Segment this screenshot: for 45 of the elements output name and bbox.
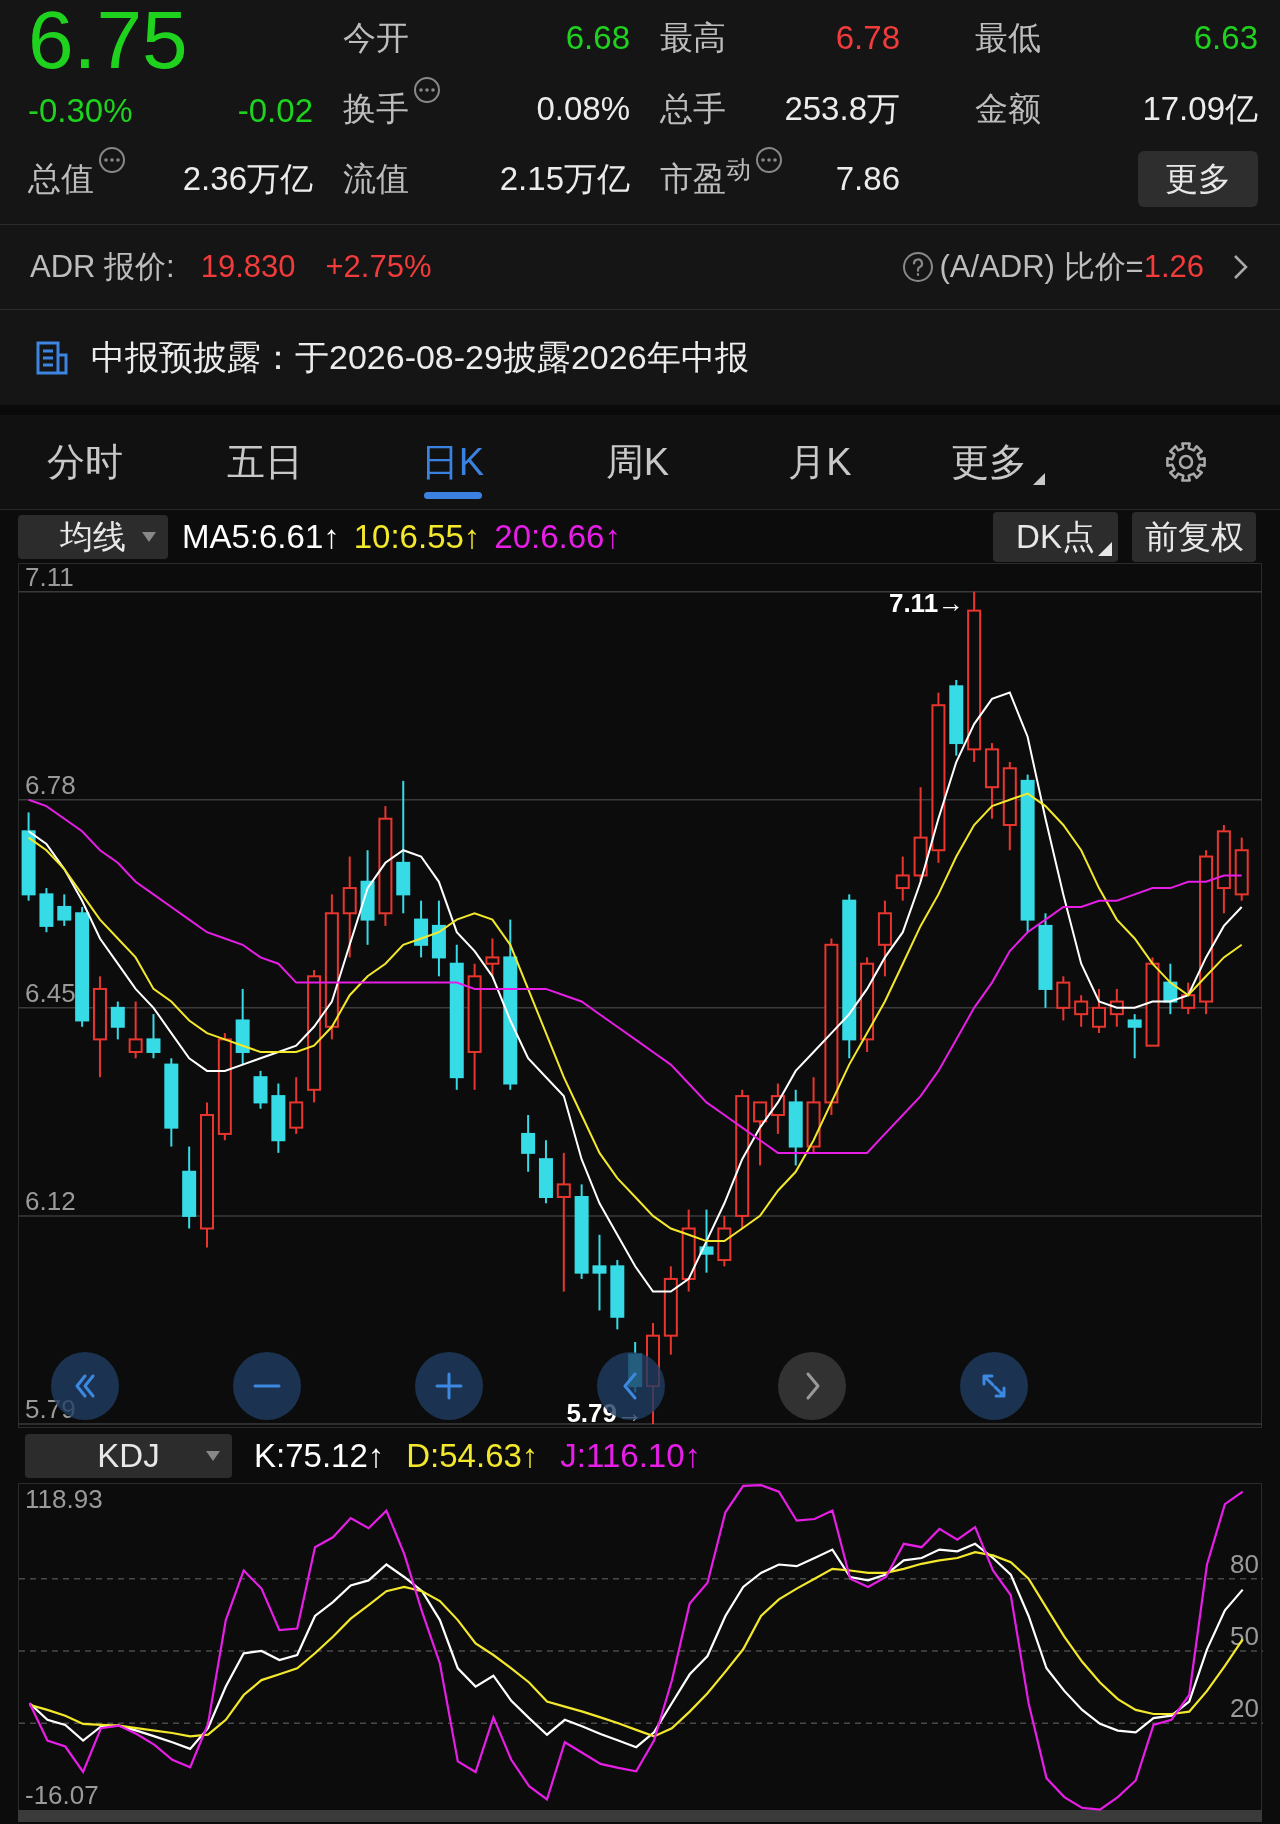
stat-value: 0.08% [536, 89, 630, 130]
stat-label: 流值 [343, 159, 409, 200]
change-percent: -0.30% [28, 91, 133, 131]
adr-label: ADR 报价: [30, 247, 175, 286]
range-label: -16.07 [25, 1780, 99, 1810]
axis-label: 80 [1230, 1548, 1259, 1579]
ratio-value: 1.26 [1143, 247, 1204, 286]
stat-value: 253.8万 [784, 89, 900, 130]
stat-value: 17.09亿 [1142, 89, 1258, 130]
indicator-value: D:54.63↑ [406, 1435, 539, 1476]
indicator-value: J:116.10↑ [560, 1435, 701, 1476]
disclosure-notice: 中报预披露：于2026-08-29披露2026年中报 [91, 337, 749, 378]
axis-label: 7.11 [25, 564, 74, 592]
stat-label: 今开 [343, 18, 409, 59]
stat-label: 市盈$^{动}$ [660, 154, 751, 200]
stat-value: 6.78 [835, 18, 900, 59]
ratio-label: (A/ADR) 比价= [939, 247, 1144, 286]
indicator-value: K:75.12↑ [254, 1435, 385, 1476]
stat-label: 最高 [660, 18, 726, 59]
stat-value: 6.68 [565, 18, 630, 59]
high-price-marker: 7.11→ [888, 587, 965, 618]
adr-change: +2.75% [325, 247, 432, 286]
stat-label: 总值 [28, 159, 94, 200]
indicator-value: 20:6.66↑ [494, 516, 621, 557]
adr-price: 19.830 [200, 247, 296, 286]
axis-label: 6.78 [25, 769, 76, 800]
stat-label: 最低 [975, 18, 1041, 59]
indicator-value: 10:6.55↑ [353, 516, 481, 557]
last-price: 6.75 [28, 2, 189, 78]
stat-label: 换手 [343, 89, 409, 130]
indicator-value: MA5:6.61↑ [182, 516, 340, 557]
stat-label: 金额 [975, 89, 1041, 130]
stat-label: 总手 [660, 89, 726, 130]
axis-label: 20 [1230, 1693, 1259, 1724]
stat-value: 7.86 [835, 159, 900, 200]
change-amount: -0.02 [237, 91, 313, 131]
stat-value: 2.15万亿 [499, 159, 630, 200]
axis-label: 6.12 [25, 1185, 76, 1216]
axis-label: 5.79 [25, 1393, 76, 1424]
axis-label: 6.45 [25, 977, 76, 1008]
stat-value: 2.36万亿 [182, 159, 313, 200]
range-label: 118.93 [25, 1484, 103, 1514]
stat-value: 6.63 [1193, 18, 1258, 59]
axis-label: 50 [1230, 1620, 1259, 1651]
low-price-marker: 5.79→ [566, 1397, 643, 1428]
